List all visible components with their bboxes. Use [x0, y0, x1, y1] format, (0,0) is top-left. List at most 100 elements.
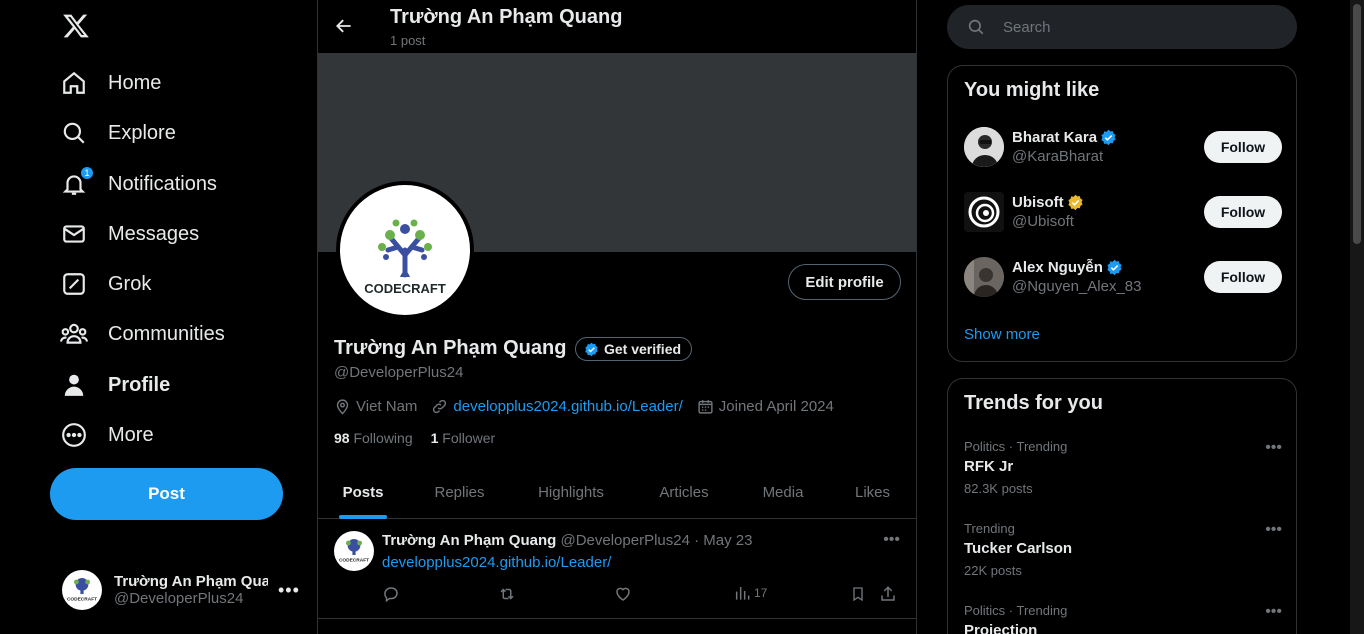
- analytics-icon: [735, 587, 750, 600]
- profile-header-bar: Trường An Phạm Quang 1 post: [318, 0, 916, 53]
- verified-badge-icon: [585, 342, 598, 356]
- svg-text:CODECRAFT: CODECRAFT: [364, 281, 446, 296]
- website-link[interactable]: developplus2024.github.io/Leader/: [453, 398, 682, 415]
- heart-icon: [616, 587, 630, 601]
- location: Viet Nam: [334, 398, 417, 415]
- account-handle: @DeveloperPlus24: [114, 590, 244, 607]
- tab-articles[interactable]: Articles: [631, 466, 737, 519]
- tweet[interactable]: CODECRAFT Trường An Phạm Quang @Develope…: [318, 519, 916, 619]
- search-input[interactable]: [1003, 18, 1263, 36]
- tweet-avatar[interactable]: CODECRAFT: [334, 531, 374, 571]
- verified-badge-icon: [1101, 129, 1116, 146]
- account-avatar: CODECRAFT: [62, 570, 102, 610]
- follow-button[interactable]: Follow: [1204, 131, 1282, 163]
- repost-button[interactable]: [497, 585, 517, 603]
- views-button[interactable]: 17: [734, 585, 767, 601]
- nav-home-label: Home: [108, 71, 162, 94]
- tab-highlights[interactable]: Highlights: [511, 466, 631, 519]
- reply-button[interactable]: [382, 585, 400, 603]
- nav-profile[interactable]: Profile: [60, 365, 170, 405]
- follow-stats: 98 Following 1 Follower: [334, 430, 513, 446]
- reply-icon: [384, 587, 398, 603]
- search-box[interactable]: [947, 5, 1297, 49]
- account-more-icon[interactable]: •••: [278, 580, 300, 601]
- followers-link[interactable]: 1 Follower: [431, 430, 496, 446]
- page-scrollbar[interactable]: [1350, 0, 1364, 634]
- edit-profile-button[interactable]: Edit profile: [788, 264, 901, 300]
- account-name: Trường An Phạm Qua: [114, 573, 268, 590]
- user-name: Bharat Kara: [1012, 129, 1098, 146]
- ubisoft-logo-icon: [964, 192, 1004, 232]
- nav-explore[interactable]: Explore: [60, 113, 176, 153]
- user-name: Ubisoft: [1012, 194, 1064, 211]
- scrollbar-thumb[interactable]: [1353, 4, 1361, 244]
- nav-communities[interactable]: Communities: [60, 314, 225, 354]
- nav-grok[interactable]: Grok: [60, 264, 151, 304]
- trend-name: Tucker Carlson: [964, 540, 1073, 557]
- nav-notifications[interactable]: 1 Notifications: [60, 164, 217, 204]
- nav-messages-label: Messages: [108, 222, 200, 245]
- tweet-handle-date: @DeveloperPlus24 · May 23: [560, 532, 753, 549]
- tweet-more-icon[interactable]: •••: [883, 531, 900, 549]
- back-arrow-icon[interactable]: [334, 16, 356, 38]
- following-count: 98: [334, 430, 350, 446]
- show-more-link[interactable]: Show more: [964, 326, 1040, 343]
- trend-category: Trending: [964, 521, 1015, 536]
- bell-icon: 1: [60, 166, 94, 198]
- who-to-follow-title: You might like: [964, 79, 1100, 101]
- suggestion-alex-nguyen[interactable]: Alex Nguyễn @Nguyen_Alex_83 Follow: [964, 256, 1282, 298]
- follow-button[interactable]: Follow: [1204, 261, 1282, 293]
- views-count: 17: [754, 586, 768, 600]
- user-avatar: [964, 192, 1004, 232]
- following-link[interactable]: 98 Following: [334, 430, 413, 446]
- nav-notifications-label: Notifications: [108, 172, 217, 195]
- trend-more-icon[interactable]: •••: [1265, 439, 1282, 457]
- tweet-link[interactable]: developplus2024.github.io/Leader/: [382, 554, 611, 571]
- codecraft-logo-icon: CODECRAFT: [364, 219, 446, 296]
- profile-tabs: Posts Replies Highlights Articles Media …: [318, 466, 916, 519]
- like-button[interactable]: [614, 585, 632, 603]
- user-info: Bharat Kara @KaraBharat: [1012, 129, 1204, 165]
- trend-more-icon[interactable]: •••: [1265, 603, 1282, 621]
- user-handle: @Nguyen_Alex_83: [1012, 278, 1142, 295]
- trend-item[interactable]: Trending Tucker Carlson 22K posts •••: [964, 521, 1282, 578]
- left-sidebar: Home Explore 1 Notifications Messages Gr…: [0, 0, 318, 634]
- share-button[interactable]: [879, 585, 897, 603]
- trend-item[interactable]: Politics · Trending Projection •••: [964, 603, 1282, 634]
- nav-more[interactable]: More: [60, 415, 154, 455]
- location-text: Viet Nam: [356, 398, 418, 415]
- bookmark-button[interactable]: [850, 585, 866, 603]
- trend-more-icon[interactable]: •••: [1265, 521, 1282, 539]
- tab-media[interactable]: Media: [737, 466, 829, 519]
- nav-messages[interactable]: Messages: [60, 214, 199, 254]
- user-handle: @Ubisoft: [1012, 213, 1074, 230]
- post-button[interactable]: Post: [50, 468, 283, 520]
- suggestion-ubisoft[interactable]: Ubisoft @Ubisoft Follow: [964, 191, 1282, 233]
- tweet-author-name[interactable]: Trường An Phạm Quang: [382, 532, 556, 549]
- profile-column: Trường An Phạm Quang 1 post CODECRAFT Ed…: [317, 0, 917, 634]
- profile-avatar[interactable]: CODECRAFT: [336, 181, 474, 319]
- nav-grok-label: Grok: [108, 272, 152, 295]
- tab-likes[interactable]: Likes: [829, 466, 916, 519]
- trend-item[interactable]: Politics · Trending RFK Jr 82.3K posts •…: [964, 439, 1282, 496]
- location-pin-icon: [336, 399, 349, 415]
- follow-button[interactable]: Follow: [1204, 196, 1282, 228]
- tab-posts[interactable]: Posts: [318, 466, 408, 519]
- suggestion-bharat-kara[interactable]: Bharat Kara @KaraBharat Follow: [964, 126, 1282, 168]
- verified-badge-icon: [1107, 259, 1122, 276]
- nav-home[interactable]: Home: [60, 63, 161, 103]
- header-post-count: 1 post: [390, 33, 426, 48]
- profile-meta: Viet Nam developplus2024.github.io/Leade…: [334, 398, 848, 415]
- get-verified-button[interactable]: Get verified: [575, 337, 693, 361]
- notification-badge: 1: [80, 166, 94, 180]
- profile-handle: @DeveloperPlus24: [334, 364, 464, 381]
- followers-label: Follower: [442, 430, 496, 446]
- user-avatar: [964, 257, 1004, 297]
- tab-replies[interactable]: Replies: [408, 466, 511, 519]
- following-label: Following: [353, 430, 413, 446]
- account-info: Trường An Phạm Qua @DeveloperPlus24: [114, 573, 268, 607]
- x-logo-icon[interactable]: [62, 12, 92, 42]
- account-switcher[interactable]: CODECRAFT Trường An Phạm Qua @DeveloperP…: [62, 569, 302, 611]
- repost-icon: [500, 588, 514, 600]
- header-title: Trường An Phạm Quang: [390, 6, 623, 28]
